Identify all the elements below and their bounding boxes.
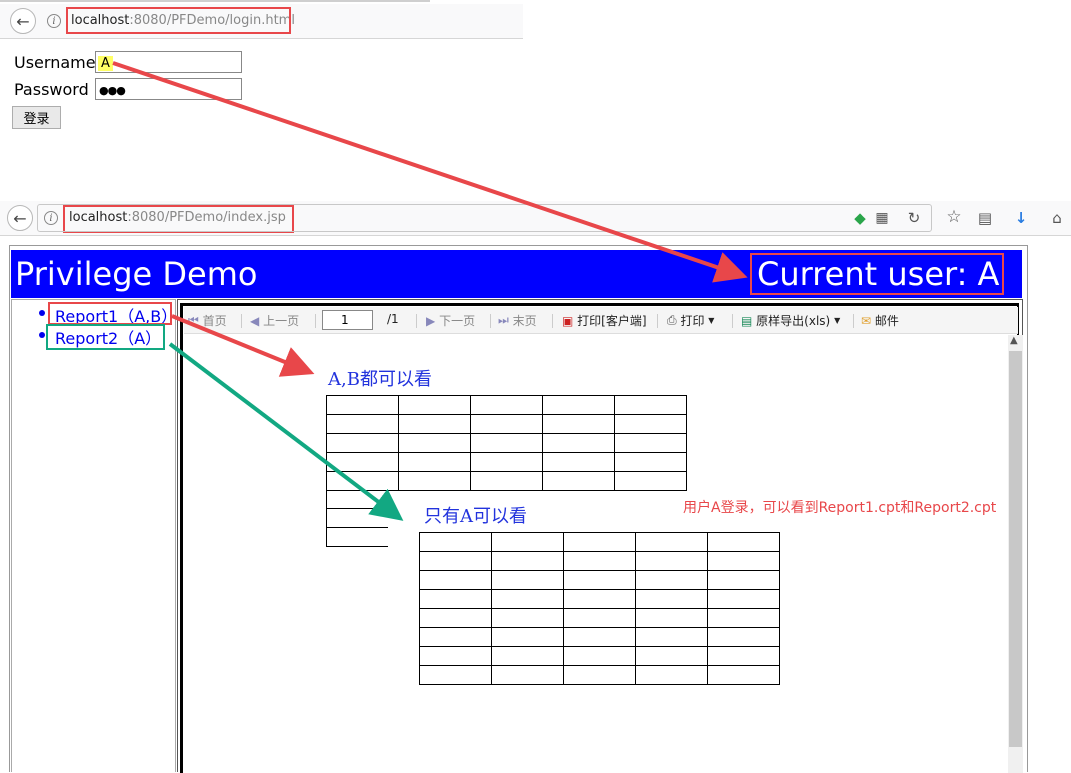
- print-client-button[interactable]: ▣ 打印[客户端]: [562, 312, 647, 329]
- info-icon[interactable]: i: [47, 14, 61, 28]
- password-field[interactable]: ●●●: [95, 78, 242, 100]
- table-row: [419, 551, 780, 571]
- pdf-print-icon: ▣: [562, 313, 574, 328]
- last-page-button[interactable]: ⏭ 末页: [498, 312, 537, 329]
- table-row: [419, 646, 780, 666]
- page-total: /1: [387, 312, 399, 326]
- toolbar-separator: [732, 314, 733, 328]
- prev-page-icon: ◀: [250, 313, 260, 328]
- last-page-icon: ⏭: [498, 313, 509, 327]
- prev-page-label: 上一页: [263, 314, 300, 328]
- table-row: [326, 433, 687, 453]
- report2-highlight: [46, 324, 165, 350]
- reload-icon[interactable]: ↻: [905, 209, 923, 227]
- table-row: [419, 589, 780, 609]
- page-title: Privilege Demo: [15, 255, 258, 293]
- printer-icon: ⎙: [667, 313, 677, 327]
- current-user-highlight: [750, 253, 1004, 295]
- back-icon[interactable]: ←: [10, 8, 36, 34]
- login-address-bar: ← i localhost:8080/PFDemo/login.html: [0, 4, 523, 39]
- login-window-top-edge: [0, 0, 430, 2]
- next-page-label: 下一页: [439, 314, 476, 328]
- table-row: [419, 570, 780, 590]
- table-row: [419, 532, 780, 552]
- toolbar-separator: [552, 314, 553, 328]
- table-row: [326, 471, 687, 491]
- list-bullet: [39, 310, 45, 316]
- info-icon[interactable]: i: [44, 211, 58, 225]
- table-row: [326, 414, 687, 434]
- back-icon[interactable]: ←: [7, 205, 33, 231]
- next-page-icon: ▶: [426, 313, 436, 328]
- report-toolbar: ⏮ 首页 ◀ 上一页 1 /1 ▶ 下一页 ⏭ 末页 ▣ 打印[客户端] ⎙ 打…: [184, 307, 1018, 334]
- table-row: [326, 452, 687, 472]
- report1-highlight: [48, 302, 172, 325]
- print-label: 打印: [680, 314, 705, 328]
- page-header: Privilege Demo Current user: A: [11, 250, 1022, 298]
- table-row: [327, 509, 388, 528]
- home-icon[interactable]: ⌂: [1048, 209, 1066, 227]
- report1-table-overflow-rows: [326, 490, 388, 547]
- toolbar-separator: [241, 314, 242, 328]
- username-label: Username: [14, 53, 96, 72]
- chevron-down-icon: ▼: [708, 316, 715, 325]
- print-button[interactable]: ⎙ 打印 ▼: [667, 312, 714, 329]
- print-client-label: 打印[客户端]: [577, 314, 647, 328]
- index-address-bar: ← i localhost:8080/PFDemo/index.jsp ◆ ▦ …: [0, 201, 1071, 236]
- table-row: [327, 490, 388, 509]
- username-value: A: [98, 56, 113, 71]
- table-row: [419, 665, 780, 685]
- export-button[interactable]: ▤ 原样导出(xls) ▼: [741, 312, 840, 329]
- qr-code-icon[interactable]: ▦: [873, 209, 891, 227]
- scrollbar-thumb[interactable]: [1009, 351, 1022, 747]
- index-url-highlight: [63, 205, 294, 233]
- next-page-button[interactable]: ▶ 下一页: [426, 312, 475, 329]
- first-page-icon: ⏮: [188, 313, 199, 327]
- toolbar-separator: [315, 314, 316, 328]
- export-label: 原样导出(xls): [756, 314, 831, 328]
- username-field[interactable]: A: [95, 51, 242, 73]
- download-icon[interactable]: ↓: [1012, 209, 1030, 227]
- list-bullet: [39, 332, 45, 338]
- bookmark-star-icon[interactable]: ☆: [945, 207, 963, 227]
- vertical-scrollbar[interactable]: ▲: [1008, 335, 1023, 773]
- table-row: [419, 627, 780, 647]
- first-page-label: 首页: [202, 314, 227, 328]
- first-page-button[interactable]: ⏮ 首页: [188, 312, 227, 329]
- table-row: [326, 395, 687, 415]
- chevron-down-icon: ▼: [834, 316, 841, 325]
- login-url-highlight: [66, 7, 291, 34]
- report1-table: [326, 395, 687, 491]
- mail-icon: ✉: [861, 313, 872, 328]
- excel-icon: ▤: [741, 313, 753, 328]
- mail-button[interactable]: ✉ 邮件: [861, 312, 899, 329]
- page-number-value: 1: [341, 313, 349, 327]
- scroll-up-icon[interactable]: ▲: [1010, 335, 1018, 346]
- password-value: ●●●: [99, 84, 126, 97]
- last-page-label: 末页: [512, 314, 537, 328]
- reader-view-icon[interactable]: ▤: [976, 209, 994, 227]
- toolbar-separator: [416, 314, 417, 328]
- password-label: Password: [14, 80, 89, 99]
- prev-page-button[interactable]: ◀ 上一页: [250, 312, 299, 329]
- toolbar-separator: [853, 314, 854, 328]
- shield-icon[interactable]: ◆: [851, 209, 869, 227]
- toolbar-separator: [657, 314, 658, 328]
- sidebar: Report1（A,B） Report2（A）: [11, 299, 177, 772]
- table-row: [419, 608, 780, 628]
- mail-label: 邮件: [874, 314, 899, 328]
- page-number-input[interactable]: 1: [322, 310, 373, 330]
- summary-note: 用户A登录，可以看到Report1.cpt和Report2.cpt: [683, 500, 997, 516]
- login-button[interactable]: 登录: [12, 106, 61, 129]
- report2-note: 只有A可以看: [424, 506, 527, 527]
- report1-note: A,B都可以看: [328, 369, 432, 390]
- toolbar-separator: [490, 314, 491, 328]
- report2-table: [419, 532, 780, 685]
